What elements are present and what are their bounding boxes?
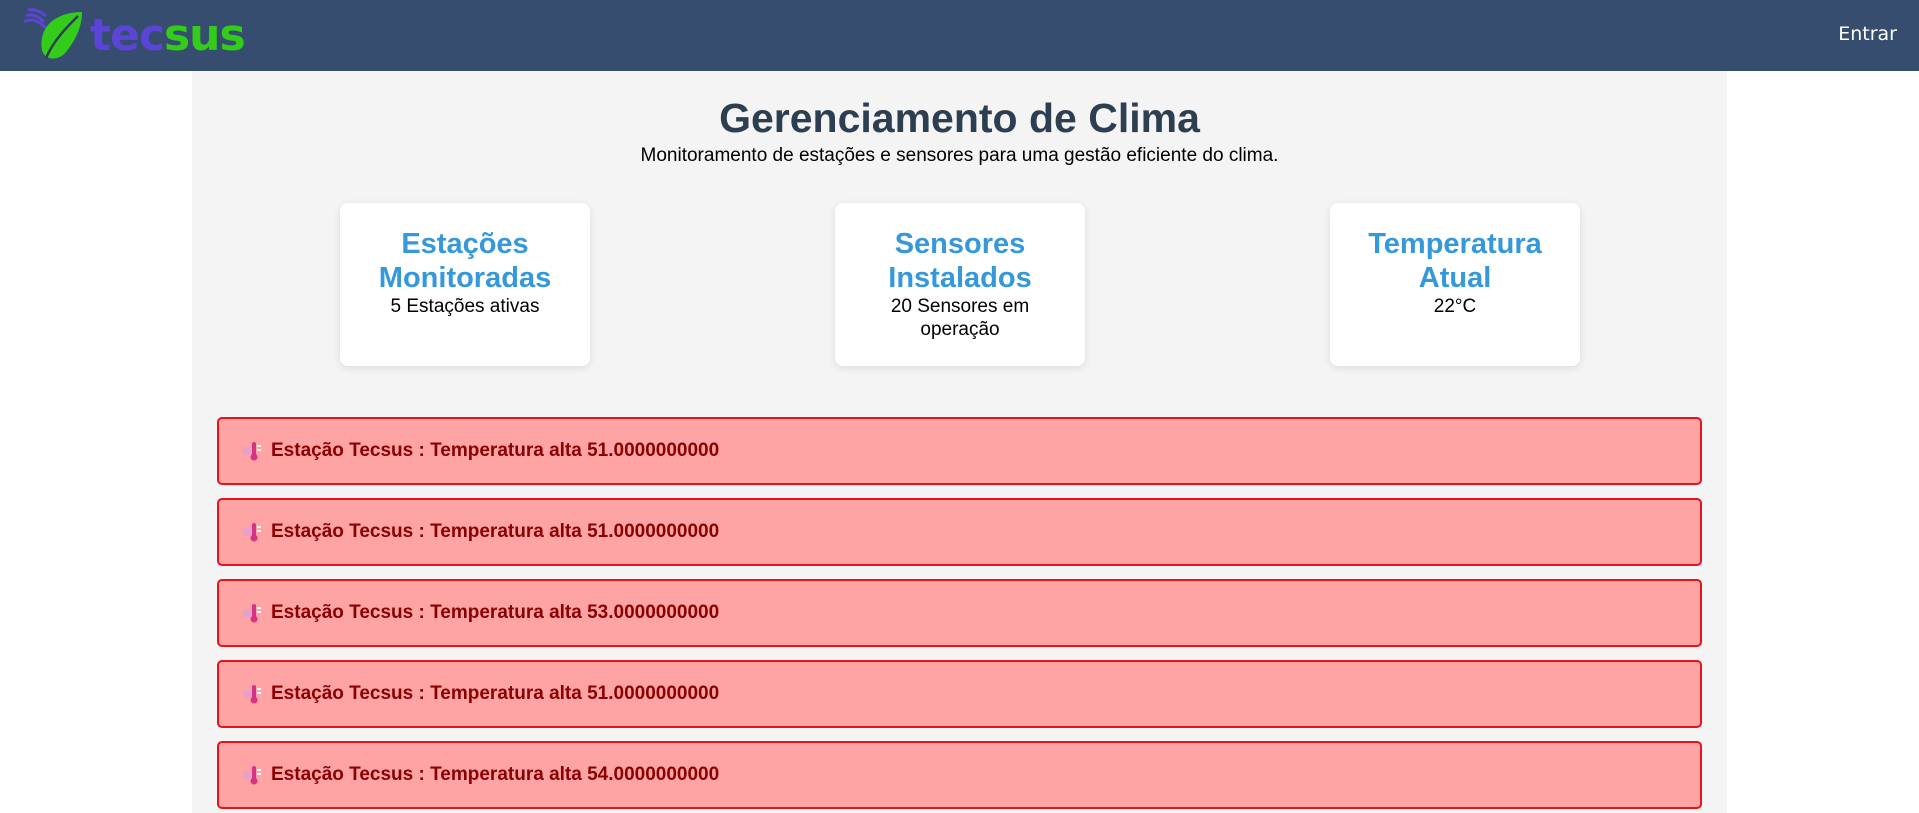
sensors-card: Sensores Instalados 20 Sensores em opera…: [835, 203, 1085, 366]
card-text: 20 Sensores em operação: [890, 296, 1030, 340]
card-title: Sensores Instalados: [888, 228, 1032, 294]
stations-card: Estações Monitoradas 5 Estações ativas: [340, 203, 590, 366]
temperature-card: Temperatura Atual 22°C: [1330, 203, 1580, 366]
alert-text: Estação Tecsus : Temperatura alta 53.000…: [271, 602, 720, 623]
thermometer-icon: [241, 521, 263, 543]
main-content: Gerenciamento de Clima Monitoramento de …: [192, 71, 1727, 813]
alert-item: Estação Tecsus : Temperatura alta 51.000…: [217, 498, 1702, 566]
leaf-logo-icon: [23, 8, 82, 59]
page-title: Gerenciamento de Clima: [719, 95, 1200, 141]
logo-wordmark: tecsus: [90, 14, 246, 58]
login-link[interactable]: Entrar: [1838, 23, 1897, 45]
tecsus-logo[interactable]: tecsus: [22, 6, 246, 66]
alert-text: Estação Tecsus : Temperatura alta 51.000…: [271, 440, 720, 461]
alert-item: Estação Tecsus : Temperatura alta 51.000…: [217, 660, 1702, 728]
alert-text: Estação Tecsus : Temperatura alta 51.000…: [271, 521, 720, 542]
alert-text: Estação Tecsus : Temperatura alta 51.000…: [271, 683, 720, 704]
card-text: 22°C: [1433, 296, 1477, 317]
card-title: Estações Monitoradas: [378, 228, 552, 294]
alert-item: Estação Tecsus : Temperatura alta 54.000…: [217, 741, 1702, 809]
thermometer-icon: [241, 440, 263, 462]
card-title: Temperatura Atual: [1368, 228, 1542, 294]
page-subtitle: Monitoramento de estações e sensores par…: [640, 145, 1279, 166]
alert-text: Estação Tecsus : Temperatura alta 54.000…: [271, 764, 720, 785]
card-text: 5 Estações ativas: [390, 296, 540, 317]
thermometer-icon: [241, 683, 263, 705]
logo-text-sus: sus: [163, 10, 246, 61]
thermometer-icon: [241, 602, 263, 624]
top-navbar: tecsus Entrar: [0, 0, 1919, 71]
thermometer-icon: [241, 764, 263, 786]
logo-text-tec: tec: [90, 10, 165, 61]
alert-item: Estação Tecsus : Temperatura alta 53.000…: [217, 579, 1702, 647]
alert-item: Estação Tecsus : Temperatura alta 51.000…: [217, 417, 1702, 485]
